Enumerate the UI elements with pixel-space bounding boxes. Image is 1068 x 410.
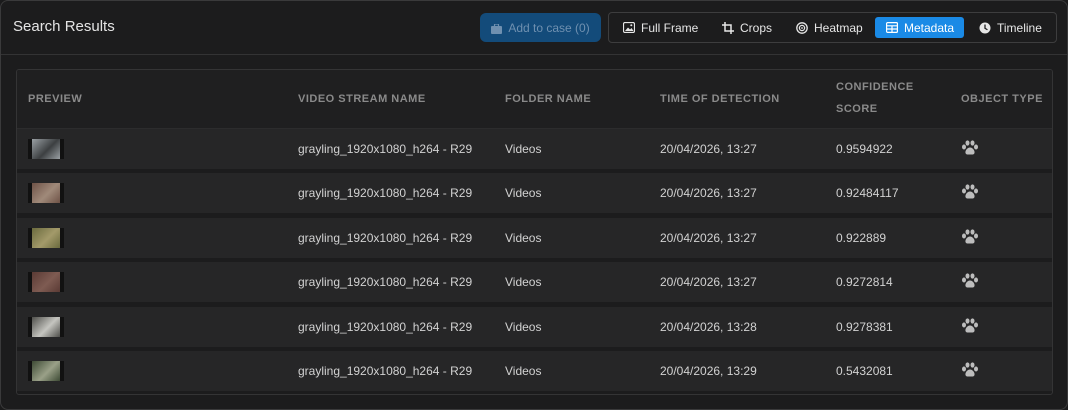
cell-folder-name: Videos (505, 231, 542, 245)
tab-timeline-label: Timeline (997, 20, 1042, 35)
cell-video-stream-name: grayling_1920x1080_h264 - R29 (298, 186, 473, 200)
tab-full-frame[interactable]: Full Frame (623, 17, 705, 38)
cell-confidence-score: 0.92484117 (836, 186, 899, 200)
tab-timeline[interactable]: Timeline (979, 17, 1049, 38)
cell-confidence-score: 0.9272814 (836, 275, 893, 289)
paw-icon (961, 362, 979, 383)
panel-header: Search Results Add to case (0) Full Fram… (1, 1, 1067, 55)
view-mode-toolbar: Full Frame Crops Heatmap Metadata Timeli… (608, 12, 1057, 43)
cell-time-of-detection: 20/04/2026, 13:27 (660, 231, 757, 245)
column-header-object-type[interactable]: OBJECT TYPE (961, 88, 1043, 110)
clock-icon (979, 22, 991, 33)
cell-video-stream-name: grayling_1920x1080_h264 - R29 (298, 275, 473, 289)
cell-time-of-detection: 20/04/2026, 13:29 (660, 364, 757, 378)
cell-video-stream-name: grayling_1920x1080_h264 - R29 (298, 364, 473, 378)
column-header-confidence-score[interactable]: CONFIDENCE SCORE (836, 76, 914, 120)
cell-confidence-score: 0.5432081 (836, 364, 893, 378)
preview-thumbnail[interactable] (28, 228, 64, 248)
cell-confidence-score: 0.9278381 (836, 320, 893, 334)
cell-confidence-score: 0.922889 (836, 231, 887, 245)
cell-time-of-detection: 20/04/2026, 13:28 (660, 320, 757, 334)
paw-icon (961, 229, 979, 250)
image-icon (623, 22, 635, 33)
tab-crops[interactable]: Crops (722, 17, 778, 38)
briefcase-icon (491, 22, 503, 34)
tab-heatmap-label: Heatmap (814, 20, 863, 35)
preview-thumbnail[interactable] (28, 317, 64, 337)
cell-folder-name: Videos (505, 320, 542, 334)
search-results-panel: Search Results Add to case (0) Full Fram… (0, 0, 1068, 410)
table-icon (886, 22, 898, 33)
cell-video-stream-name: grayling_1920x1080_h264 - R29 (298, 231, 473, 245)
cell-video-stream-name: grayling_1920x1080_h264 - R29 (298, 320, 473, 334)
cell-video-stream-name: grayling_1920x1080_h264 - R29 (298, 142, 473, 156)
tab-crops-label: Crops (740, 20, 773, 35)
paw-icon (961, 273, 979, 294)
table-row[interactable]: grayling_1920x1080_h264 - R29 Videos 20/04… (17, 173, 1052, 213)
paw-icon (961, 318, 979, 339)
crop-icon (722, 21, 734, 34)
column-header-confidence-line1: CONFIDENCE (836, 81, 914, 93)
page-title: Search Results (13, 18, 115, 35)
cell-time-of-detection: 20/04/2026, 13:27 (660, 275, 757, 289)
tab-metadata-label: Metadata (904, 20, 955, 35)
paw-icon (961, 184, 979, 205)
preview-thumbnail[interactable] (28, 272, 64, 292)
cell-folder-name: Videos (505, 142, 542, 156)
table-row[interactable]: grayling_1920x1080_h264 - R29 Videos 20/04… (17, 351, 1052, 391)
column-header-time-of-detection[interactable]: TIME OF DETECTION (660, 88, 780, 110)
results-table: PREVIEW VIDEO STREAM NAME FOLDER NAME TI… (16, 69, 1053, 395)
tab-full-frame-label: Full Frame (641, 20, 699, 35)
add-to-case-button[interactable]: Add to case (0) (480, 13, 601, 42)
table-row[interactable]: grayling_1920x1080_h264 - R29 Videos 20/04… (17, 218, 1052, 258)
tab-heatmap[interactable]: Heatmap (796, 17, 868, 38)
cell-folder-name: Videos (505, 364, 542, 378)
column-header-preview[interactable]: PREVIEW (28, 88, 82, 110)
tab-metadata[interactable]: Metadata (875, 17, 964, 38)
cell-time-of-detection: 20/04/2026, 13:27 (660, 186, 757, 200)
preview-thumbnail[interactable] (28, 139, 64, 159)
column-header-folder-name[interactable]: FOLDER NAME (505, 88, 591, 110)
table-header: PREVIEW VIDEO STREAM NAME FOLDER NAME TI… (17, 70, 1052, 129)
preview-thumbnail[interactable] (28, 183, 64, 203)
paw-icon (961, 140, 979, 161)
add-to-case-label: Add to case (0) (508, 20, 590, 35)
preview-thumbnail[interactable] (28, 361, 64, 381)
cell-folder-name: Videos (505, 275, 542, 289)
column-header-video-stream-name[interactable]: VIDEO STREAM NAME (298, 88, 426, 110)
heatmap-icon (796, 21, 808, 34)
cell-time-of-detection: 20/04/2026, 13:27 (660, 142, 757, 156)
table-row[interactable]: grayling_1920x1080_h264 - R29 Videos 20/04… (17, 307, 1052, 347)
table-row[interactable]: grayling_1920x1080_h264 - R29 Videos 20/04… (17, 129, 1052, 169)
cell-confidence-score: 0.9594922 (836, 142, 893, 156)
cell-folder-name: Videos (505, 186, 542, 200)
column-header-confidence-line2: SCORE (836, 103, 878, 115)
table-row[interactable]: grayling_1920x1080_h264 - R29 Videos 20/04… (17, 262, 1052, 302)
